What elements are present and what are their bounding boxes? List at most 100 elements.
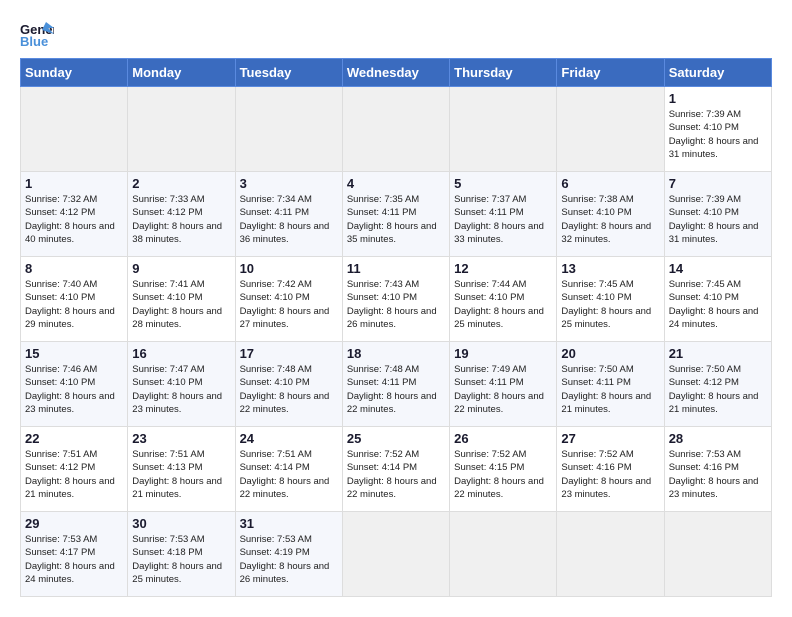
day-number: 19	[454, 346, 552, 361]
calendar-cell: 23Sunrise: 7:51 AMSunset: 4:13 PMDayligh…	[128, 427, 235, 512]
cell-info: Sunrise: 7:32 AMSunset: 4:12 PMDaylight:…	[25, 193, 123, 246]
calendar-cell: 3 Sunrise: 7:34 AMSunset: 4:11 PMDaylight…	[235, 172, 342, 257]
calendar-cell	[450, 87, 557, 172]
col-header-sunday: Sunday	[21, 59, 128, 87]
day-number: 2	[132, 176, 230, 191]
cell-info: Sunrise: 7:37 AMSunset: 4:11 PMDaylight:…	[454, 193, 552, 246]
calendar-cell	[664, 512, 771, 597]
cell-info: Sunrise: 7:45 AMSunset: 4:10 PMDaylight:…	[669, 278, 767, 331]
day-number: 25	[347, 431, 445, 446]
cell-info: Sunrise: 7:34 AMSunset: 4:11 PMDaylight:…	[240, 193, 338, 246]
calendar-cell: 24 Sunrise: 7:51 AMSunset: 4:14 PMDayligh…	[235, 427, 342, 512]
calendar-cell: 25 Sunrise: 7:52 AMSunset: 4:14 PMDayligh…	[342, 427, 449, 512]
calendar-cell	[342, 87, 449, 172]
calendar-cell: 28 Sunrise: 7:53 AMSunset: 4:16 PMDayligh…	[664, 427, 771, 512]
cell-info: Sunrise: 7:38 AMSunset: 4:10 PMDaylight:…	[561, 193, 659, 246]
day-number: 16	[132, 346, 230, 361]
calendar-cell: 2Sunrise: 7:33 AMSunset: 4:12 PMDaylight…	[128, 172, 235, 257]
calendar-cell: 22 Sunrise: 7:51 AMSunset: 4:12 PMDayligh…	[21, 427, 128, 512]
calendar-table: SundayMondayTuesdayWednesdayThursdayFrid…	[20, 58, 772, 597]
day-number: 27	[561, 431, 659, 446]
cell-info: Sunrise: 7:40 AMSunset: 4:10 PMDaylight:…	[25, 278, 123, 331]
day-number: 11	[347, 261, 445, 276]
week-row-2: 8Sunrise: 7:40 AMSunset: 4:10 PMDaylight…	[21, 257, 772, 342]
logo-icon: General Blue	[20, 20, 54, 48]
cell-info: Sunrise: 7:50 AMSunset: 4:11 PMDaylight:…	[561, 363, 659, 416]
calendar-cell: 10Sunrise: 7:42 AMSunset: 4:10 PMDayligh…	[235, 257, 342, 342]
calendar-cell: 14 Sunrise: 7:45 AMSunset: 4:10 PMDayligh…	[664, 257, 771, 342]
day-number: 1	[669, 91, 767, 106]
calendar-cell: 15Sunrise: 7:46 AMSunset: 4:10 PMDayligh…	[21, 342, 128, 427]
calendar-cell: 20Sunrise: 7:50 AMSunset: 4:11 PMDayligh…	[557, 342, 664, 427]
calendar-cell: 27Sunrise: 7:52 AMSunset: 4:16 PMDayligh…	[557, 427, 664, 512]
calendar-cell: 31 Sunrise: 7:53 AMSunset: 4:19 PMDayligh…	[235, 512, 342, 597]
calendar-cell: 9 Sunrise: 7:41 AMSunset: 4:10 PMDaylight…	[128, 257, 235, 342]
calendar-cell: 7Sunrise: 7:39 AMSunset: 4:10 PMDaylight…	[664, 172, 771, 257]
day-number: 13	[561, 261, 659, 276]
page-header: General Blue	[20, 20, 772, 48]
cell-info: Sunrise: 7:51 AMSunset: 4:13 PMDaylight:…	[132, 448, 230, 501]
calendar-cell: 13Sunrise: 7:45 AMSunset: 4:10 PMDayligh…	[557, 257, 664, 342]
cell-info: Sunrise: 7:49 AMSunset: 4:11 PMDaylight:…	[454, 363, 552, 416]
week-row-0: 1Sunrise: 7:39 AMSunset: 4:10 PMDaylight…	[21, 87, 772, 172]
calendar-cell: 1 Sunrise: 7:32 AMSunset: 4:12 PMDaylight…	[21, 172, 128, 257]
cell-info: Sunrise: 7:52 AMSunset: 4:14 PMDaylight:…	[347, 448, 445, 501]
day-number: 14	[669, 261, 767, 276]
cell-info: Sunrise: 7:48 AMSunset: 4:10 PMDaylight:…	[240, 363, 338, 416]
calendar-cell: 1Sunrise: 7:39 AMSunset: 4:10 PMDaylight…	[664, 87, 771, 172]
cell-info: Sunrise: 7:51 AMSunset: 4:12 PMDaylight:…	[25, 448, 123, 501]
calendar-cell: 29Sunrise: 7:53 AMSunset: 4:17 PMDayligh…	[21, 512, 128, 597]
cell-info: Sunrise: 7:53 AMSunset: 4:16 PMDaylight:…	[669, 448, 767, 501]
cell-info: Sunrise: 7:47 AMSunset: 4:10 PMDaylight:…	[132, 363, 230, 416]
calendar-cell: 18Sunrise: 7:48 AMSunset: 4:11 PMDayligh…	[342, 342, 449, 427]
week-row-5: 29Sunrise: 7:53 AMSunset: 4:17 PMDayligh…	[21, 512, 772, 597]
calendar-cell	[235, 87, 342, 172]
col-header-saturday: Saturday	[664, 59, 771, 87]
cell-info: Sunrise: 7:51 AMSunset: 4:14 PMDaylight:…	[240, 448, 338, 501]
day-number: 17	[240, 346, 338, 361]
col-header-thursday: Thursday	[450, 59, 557, 87]
day-number: 26	[454, 431, 552, 446]
day-number: 9	[132, 261, 230, 276]
day-number: 21	[669, 346, 767, 361]
cell-info: Sunrise: 7:35 AMSunset: 4:11 PMDaylight:…	[347, 193, 445, 246]
week-row-1: 1 Sunrise: 7:32 AMSunset: 4:12 PMDaylight…	[21, 172, 772, 257]
cell-info: Sunrise: 7:39 AMSunset: 4:10 PMDaylight:…	[669, 193, 767, 246]
calendar-cell: 16 Sunrise: 7:47 AMSunset: 4:10 PMDayligh…	[128, 342, 235, 427]
calendar-cell: 19 Sunrise: 7:49 AMSunset: 4:11 PMDayligh…	[450, 342, 557, 427]
calendar-cell	[450, 512, 557, 597]
cell-info: Sunrise: 7:52 AMSunset: 4:15 PMDaylight:…	[454, 448, 552, 501]
calendar-cell: 21Sunrise: 7:50 AMSunset: 4:12 PMDayligh…	[664, 342, 771, 427]
calendar-cell: 6 Sunrise: 7:38 AMSunset: 4:10 PMDaylight…	[557, 172, 664, 257]
calendar-cell: 30 Sunrise: 7:53 AMSunset: 4:18 PMDayligh…	[128, 512, 235, 597]
day-number: 4	[347, 176, 445, 191]
cell-info: Sunrise: 7:43 AMSunset: 4:10 PMDaylight:…	[347, 278, 445, 331]
cell-info: Sunrise: 7:53 AMSunset: 4:17 PMDaylight:…	[25, 533, 123, 586]
day-number: 24	[240, 431, 338, 446]
day-number: 5	[454, 176, 552, 191]
cell-info: Sunrise: 7:44 AMSunset: 4:10 PMDaylight:…	[454, 278, 552, 331]
day-number: 28	[669, 431, 767, 446]
cell-info: Sunrise: 7:53 AMSunset: 4:18 PMDaylight:…	[132, 533, 230, 586]
day-number: 10	[240, 261, 338, 276]
calendar-cell: 8Sunrise: 7:40 AMSunset: 4:10 PMDaylight…	[21, 257, 128, 342]
day-number: 3	[240, 176, 338, 191]
day-number: 22	[25, 431, 123, 446]
calendar-cell: 4 Sunrise: 7:35 AMSunset: 4:11 PMDaylight…	[342, 172, 449, 257]
calendar-cell	[128, 87, 235, 172]
day-number: 31	[240, 516, 338, 531]
cell-info: Sunrise: 7:46 AMSunset: 4:10 PMDaylight:…	[25, 363, 123, 416]
week-row-3: 15Sunrise: 7:46 AMSunset: 4:10 PMDayligh…	[21, 342, 772, 427]
day-number: 30	[132, 516, 230, 531]
cell-info: Sunrise: 7:53 AMSunset: 4:19 PMDaylight:…	[240, 533, 338, 586]
col-header-monday: Monday	[128, 59, 235, 87]
calendar-cell	[342, 512, 449, 597]
calendar-cell: 5 Sunrise: 7:37 AMSunset: 4:11 PMDaylight…	[450, 172, 557, 257]
day-number: 1	[25, 176, 123, 191]
day-number: 18	[347, 346, 445, 361]
cell-info: Sunrise: 7:41 AMSunset: 4:10 PMDaylight:…	[132, 278, 230, 331]
week-row-4: 22 Sunrise: 7:51 AMSunset: 4:12 PMDayligh…	[21, 427, 772, 512]
col-header-wednesday: Wednesday	[342, 59, 449, 87]
day-number: 6	[561, 176, 659, 191]
calendar-cell: 11 Sunrise: 7:43 AMSunset: 4:10 PMDayligh…	[342, 257, 449, 342]
